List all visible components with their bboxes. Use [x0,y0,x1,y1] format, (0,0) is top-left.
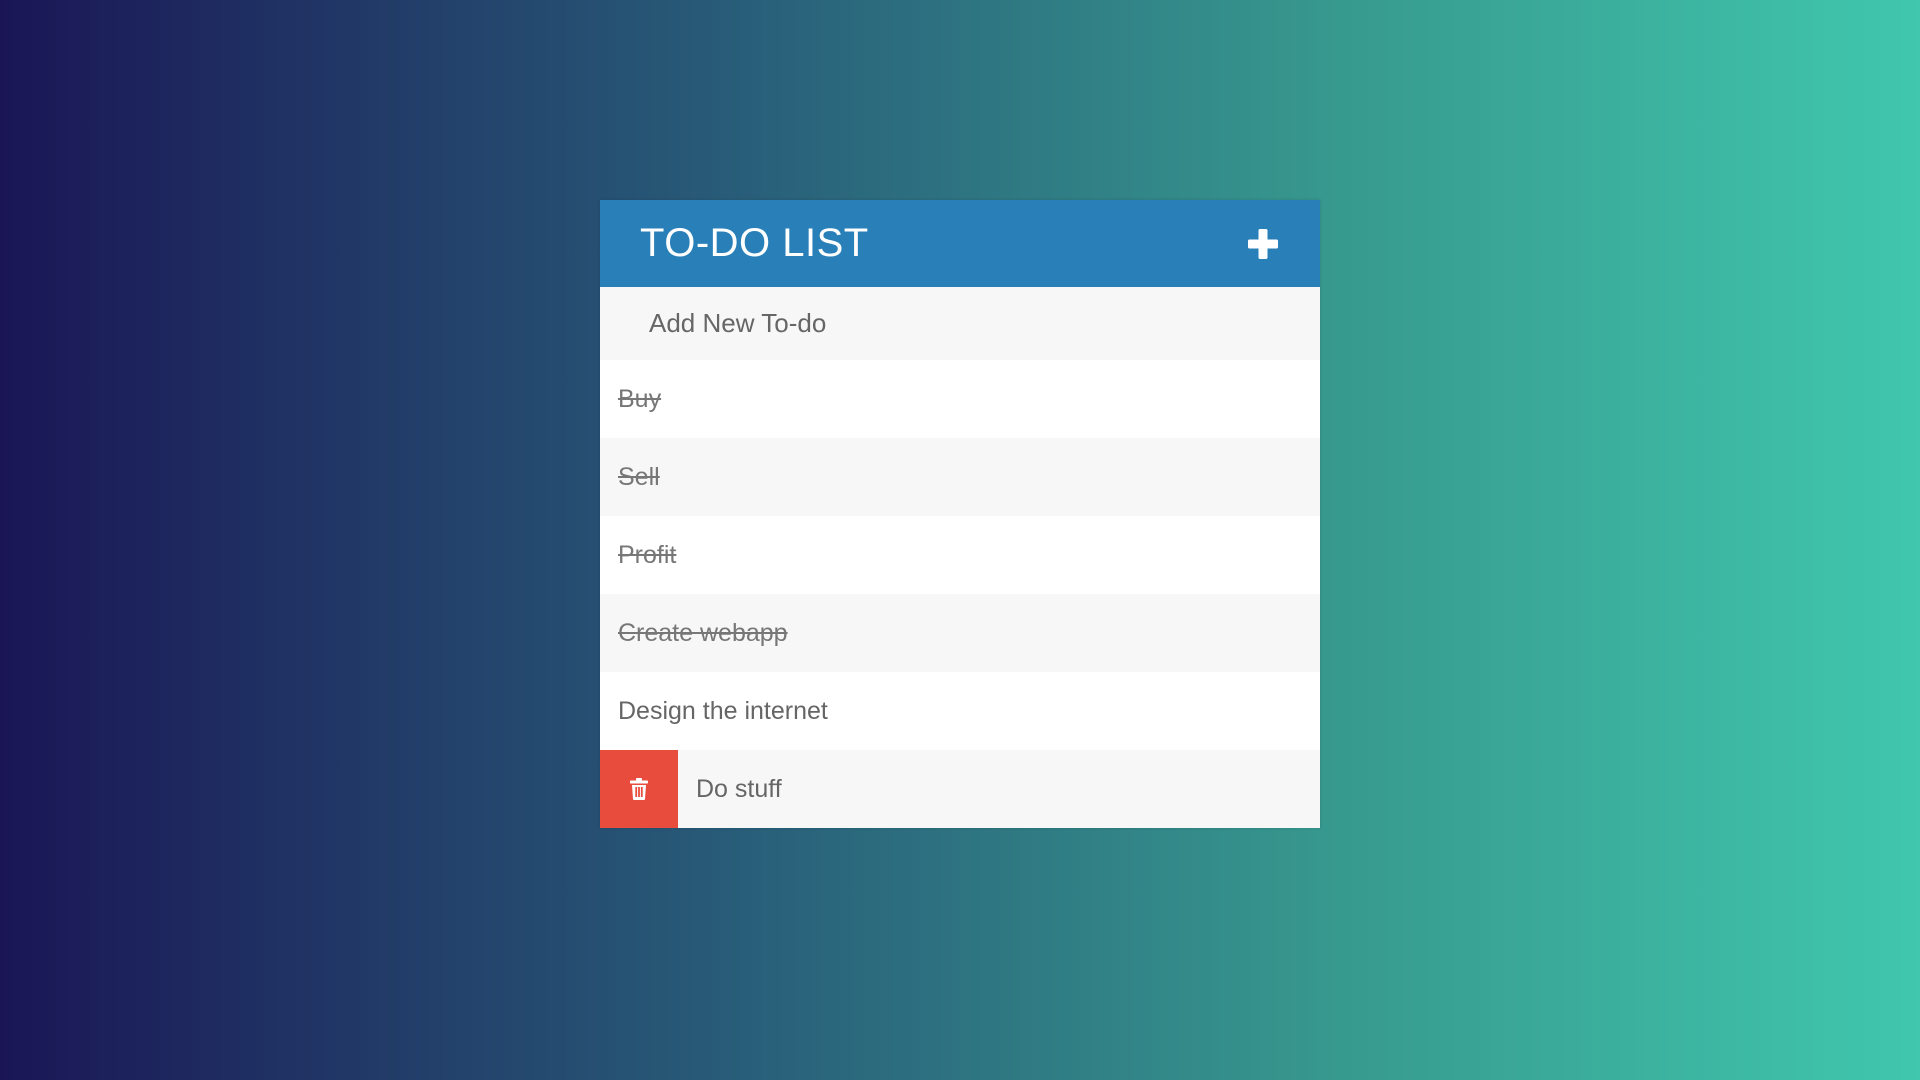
page-title: TO-DO LIST [640,221,869,265]
new-todo-container [600,287,1320,360]
todo-item[interactable]: Design the internet [600,672,1320,750]
todo-list: Buy Sell Profit Create webapp Design the… [600,360,1320,828]
plus-icon[interactable] [1244,225,1282,263]
todo-item[interactable]: Do stuff [600,750,1320,828]
todo-item-text: Profit [618,540,677,569]
delete-button[interactable] [600,750,678,828]
todo-header: TO-DO LIST [600,200,1320,287]
todo-item-text: Design the internet [618,696,828,725]
new-todo-input[interactable] [647,307,1320,340]
todo-item-text: Sell [618,462,660,491]
todo-item[interactable]: Create webapp [600,594,1320,672]
todo-item[interactable]: Buy [600,360,1320,438]
todo-item-text: Buy [618,384,662,413]
todo-card: TO-DO LIST Buy Sell Profit Create webapp [600,200,1320,828]
trash-icon [630,778,648,800]
todo-item-text: Do stuff [696,774,782,803]
todo-item-text: Create webapp [618,618,788,647]
todo-item[interactable]: Sell [600,438,1320,516]
todo-item[interactable]: Profit [600,516,1320,594]
